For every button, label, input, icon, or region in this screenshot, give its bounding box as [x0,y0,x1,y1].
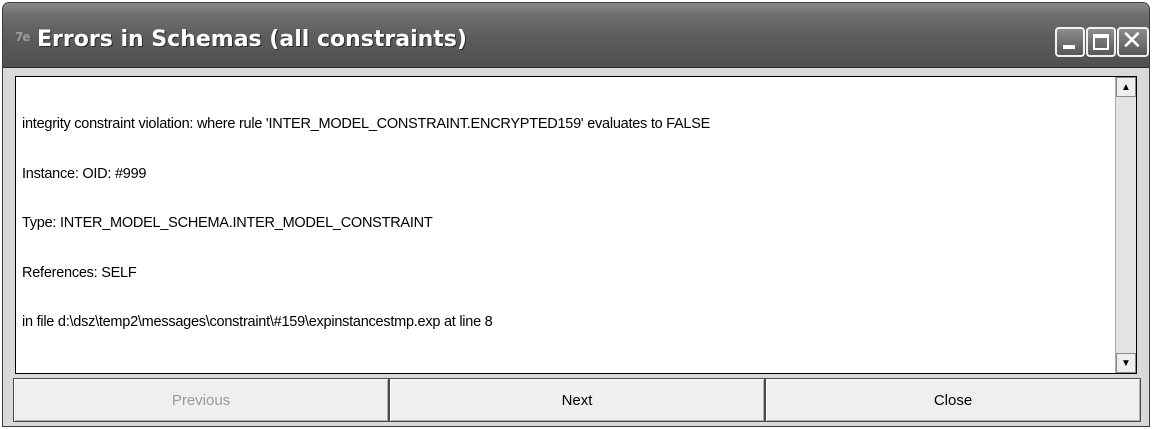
dialog-button-row: Previous Next Close [13,378,1141,424]
errors-dialog-window: 7e Errors in Schemas (all constraints) ✕… [2,2,1150,427]
error-line-violation: integrity constraint violation: where ru… [22,116,711,132]
close-button[interactable]: Close [765,378,1141,422]
error-line-references: References: SELF [22,264,137,281]
error-line-file: in file d:\dsz\temp2\messages\constraint… [22,314,493,330]
window-title: Errors in Schemas (all constraints) [37,27,467,52]
scroll-down-arrow-icon: ▼ [1121,357,1131,369]
minimize-button[interactable] [1055,27,1085,57]
error-message-text[interactable]: integrity constraint violation: where ru… [22,83,1110,364]
maximize-icon [1093,34,1109,50]
schema-app-icon: 7e [15,30,30,44]
previous-button[interactable]: Previous [13,378,389,422]
title-bar[interactable]: 7e Errors in Schemas (all constraints) ✕ [3,3,1149,68]
maximize-button[interactable] [1086,27,1116,57]
next-button[interactable]: Next [389,378,765,422]
vertical-scrollbar[interactable]: ▲ ▼ [1115,77,1136,373]
minimize-icon [1063,45,1075,49]
close-window-button[interactable]: ✕ [1117,26,1149,57]
error-line-type: Type: INTER_MODEL_SCHEMA.INTER_MODEL_CON… [22,215,433,231]
scroll-down-button[interactable]: ▼ [1116,353,1136,373]
error-message-pane[interactable]: integrity constraint violation: where ru… [15,76,1137,374]
error-line-instance: Instance: OID: #999 [22,165,147,182]
scroll-up-button[interactable]: ▲ [1116,77,1136,97]
scroll-up-arrow-icon: ▲ [1121,81,1131,93]
close-icon: ✕ [1121,26,1143,56]
